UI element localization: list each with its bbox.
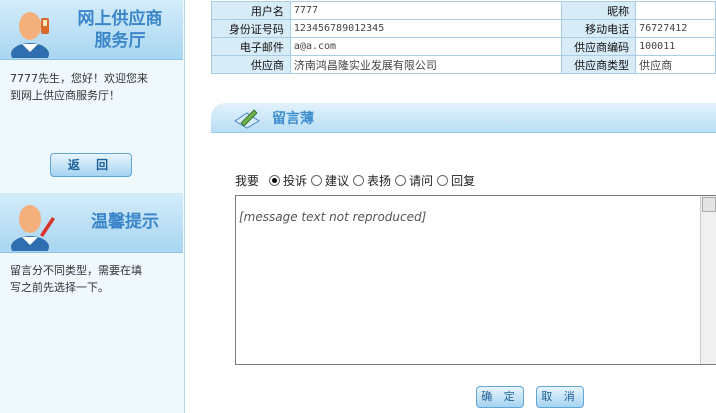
supplier-code-value: 100011	[635, 37, 716, 56]
type-option-complaint[interactable]: 投诉	[269, 172, 307, 189]
radio-reply[interactable]	[437, 174, 449, 186]
supplier-label: 供应商	[211, 55, 291, 74]
supplier-value: 济南鸿昌隆实业发展有限公司	[289, 55, 563, 74]
idcard-label: 身份证号码	[211, 19, 291, 38]
supplier-type-value: 供应商	[635, 55, 716, 74]
tip-message: 留言分不同类型，需要在填 写之前先选择一下。	[10, 262, 178, 296]
table-row: 电子邮件 a@a.com 供应商编码 100011	[211, 37, 716, 56]
type-option-praise[interactable]: 表扬	[353, 172, 391, 189]
mobile-label: 移动电话	[561, 19, 637, 38]
sidebar: 网上供应商 服务厅 7777先生，您好！欢迎您来 到网上供应商服务厅！ 返 回 …	[0, 0, 185, 413]
type-option-suggestion[interactable]: 建议	[311, 172, 349, 189]
radio-suggestion[interactable]	[311, 174, 323, 186]
option-label: 回复	[451, 173, 476, 188]
type-option-reply[interactable]: 回复	[437, 172, 475, 189]
message-board-title: 留言薄	[272, 111, 314, 127]
tips-title: 温馨提示	[91, 212, 159, 232]
table-row: 供应商 济南鸿昌隆实业发展有限公司 供应商类型 供应商	[211, 55, 716, 74]
nickname-label: 昵称	[561, 1, 637, 20]
option-label: 投诉	[283, 173, 308, 188]
username-value: 7777	[289, 1, 563, 20]
back-button[interactable]: 返 回	[50, 153, 132, 177]
welcome-line-1: 7777先生，您好！欢迎您来	[10, 72, 148, 85]
supplier-type-label: 供应商类型	[561, 55, 637, 74]
message-text[interactable]: [message text not reproduced]	[236, 196, 701, 364]
welcome-line-2: 到网上供应商服务厅！	[10, 89, 120, 102]
sidebar-banner-service-hall: 网上供应商 服务厅	[0, 0, 183, 60]
confirm-button[interactable]: 确 定	[476, 386, 524, 408]
supplier-code-label: 供应商编码	[561, 37, 637, 56]
idcard-value: 123456789012345	[289, 19, 563, 38]
nickname-value	[635, 1, 716, 20]
option-label: 表扬	[367, 173, 392, 188]
tip-line-1: 留言分不同类型，需要在填	[10, 264, 142, 277]
service-hall-title-line2: 服务厅	[94, 31, 146, 51]
radio-complaint[interactable]	[269, 174, 281, 186]
tip-line-2: 写之前先选择一下。	[10, 281, 109, 294]
radio-inquiry[interactable]	[395, 174, 407, 186]
supplier-info-table: 用户名 7777 昵称 身份证号码 123456789012345 移动电话 7…	[211, 1, 716, 74]
message-type-label: 我要	[235, 173, 260, 188]
page-root: 网上供应商 服务厅 7777先生，您好！欢迎您来 到网上供应商服务厅！ 返 回 …	[0, 0, 716, 413]
option-label: 请问	[409, 173, 434, 188]
welcome-message: 7777先生，您好！欢迎您来 到网上供应商服务厅！	[10, 70, 178, 104]
mobile-value: 76727412	[635, 19, 716, 38]
option-label: 建议	[325, 173, 350, 188]
sidebar-banner-tips: 温馨提示	[0, 193, 183, 253]
email-label: 电子邮件	[211, 37, 291, 56]
message-scrollbar[interactable]	[700, 196, 716, 364]
message-textarea[interactable]: [message text not reproduced]	[235, 195, 716, 365]
type-option-inquiry[interactable]: 请问	[395, 172, 433, 189]
message-type-selector: 我要 投诉 建议 表扬 请问 回复	[235, 172, 479, 188]
service-hall-title-line1: 网上供应商	[77, 9, 163, 29]
table-row: 身份证号码 123456789012345 移动电话 76727412	[211, 19, 716, 38]
email-value: a@a.com	[289, 37, 563, 56]
username-label: 用户名	[211, 1, 291, 20]
table-row: 用户名 7777 昵称	[211, 1, 716, 20]
scroll-up-arrow-icon[interactable]	[702, 197, 716, 212]
notepad-pencil-icon	[234, 109, 260, 129]
user-pen-icon	[11, 205, 55, 251]
radio-praise[interactable]	[353, 174, 365, 186]
message-board-header: 留言薄	[211, 103, 716, 133]
user-phone-icon	[11, 12, 49, 58]
service-hall-title: 网上供应商 服务厅	[60, 8, 180, 52]
cancel-button[interactable]: 取 消	[536, 386, 584, 408]
